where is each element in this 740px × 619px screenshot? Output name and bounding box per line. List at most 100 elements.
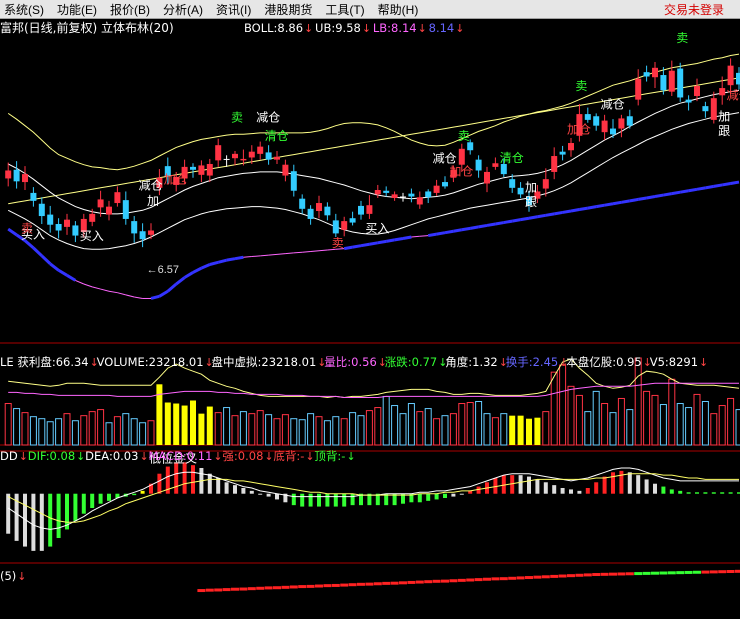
volume-bar [365,410,373,446]
candle-body [38,203,45,217]
readout-arrow: ↓ [418,22,427,35]
candle-body [702,106,709,112]
macd-bar [569,489,573,494]
volume-bar [130,418,138,446]
volume-bar [231,415,239,446]
candle-body [374,190,381,195]
boll-readout: UB:9.58 [315,21,361,35]
main-title: 富邦(日线,前复权) 立体布林(20) [0,20,174,35]
volume-bar [97,409,105,446]
volume-bar [139,422,147,446]
envelope-segment [436,231,446,236]
candle-body [5,170,12,179]
candle-body [198,165,205,175]
macd-bar [644,479,649,494]
envelope-segment [260,254,269,257]
volume-bar [659,404,667,446]
volume-bar [433,418,441,446]
volume-bar [458,403,466,446]
sub-readout: (5) [0,569,16,583]
candle-body [727,65,734,86]
menu-news[interactable]: 资讯(I) [212,1,260,18]
candle-body [635,78,642,100]
macd-bar [56,493,61,538]
menu-tools[interactable]: 工具(T) [321,1,373,18]
trade-login-status[interactable]: 交易未登录 [664,1,724,18]
envelope-segment [108,290,118,294]
candle-body [190,166,196,170]
candle-body [660,75,667,91]
macd-bar [602,476,607,494]
readout-arrow: ↓ [17,570,26,583]
envelope-segment [183,271,194,279]
volume-bar [416,411,424,446]
macd-bar [459,493,464,495]
volume-bar [651,394,659,446]
macd-bar [686,492,691,494]
envelope-segment [671,190,681,196]
macd-bar [636,475,641,494]
candle-body [299,198,306,209]
volume-bar [248,413,256,446]
volume-bar [190,400,196,445]
macd-bar [6,493,11,534]
envelope-segment [166,282,178,293]
candle-body [366,205,373,214]
volume-bar [449,413,457,446]
volume-bar [617,397,625,446]
menu-quote[interactable]: 报价(B) [106,1,159,18]
signal-label: 加 [525,180,537,194]
macd-bar [543,482,548,494]
volume-bar [340,418,348,446]
macd-bar [678,490,683,494]
volume-bar [214,412,222,446]
envelope-segment [520,216,530,222]
envelope-segment [150,294,160,300]
readout-arrow: ↓ [699,356,708,369]
menu-hk-futures[interactable]: 港股期货 [260,1,321,18]
volume-bar [626,409,634,446]
candle-body [442,182,448,187]
signal-label: 减仓 [727,89,740,103]
envelope-segment [679,189,689,194]
envelope-segment [478,223,488,229]
macd-bar [291,493,296,506]
candle-body [458,148,465,165]
macd-bar [627,472,632,494]
stock-chart[interactable]: 买入卖买入减仓加加仓卖减仓清仓卖买入减仓加仓卖清仓加跟加仓卖减仓卖加跟减仓←6.… [0,18,740,619]
envelope-segment [293,251,303,254]
envelope-segment [92,286,101,290]
signal-label: 卖 [458,129,470,143]
volume-bar [466,402,474,446]
candle-body [542,179,549,189]
macd-bar [653,483,657,494]
envelope-segment [444,229,454,235]
macd-bar [73,493,78,521]
candle-body [685,99,692,103]
candle-body [500,163,507,175]
volume-bar [173,403,180,445]
candle-body [232,153,238,159]
signal-label: 减仓 [256,110,280,124]
candle-body [710,98,717,120]
macd-bar [258,493,263,495]
volume-bar [407,403,415,446]
macd-bar [182,462,187,494]
signal-label: 卖 [21,222,33,236]
menu-function[interactable]: 功能(E) [53,1,106,18]
candle-body [601,120,608,133]
macd-bar [426,493,431,501]
envelope-segment [427,232,437,238]
menu-system[interactable]: 系统(S) [0,1,53,18]
envelope-segment [511,218,521,223]
macd-bar [157,473,162,494]
candle-body [64,219,70,227]
candle-body [484,171,490,184]
macd-bar [266,493,271,497]
volume-bar [256,410,264,446]
menu-help[interactable]: 帮助(H) [374,1,428,18]
boll-readout: LB:8.14 [373,21,417,35]
candle-body [47,214,54,225]
menu-analysis[interactable]: 分析(A) [159,1,212,18]
candle-body [358,205,364,215]
